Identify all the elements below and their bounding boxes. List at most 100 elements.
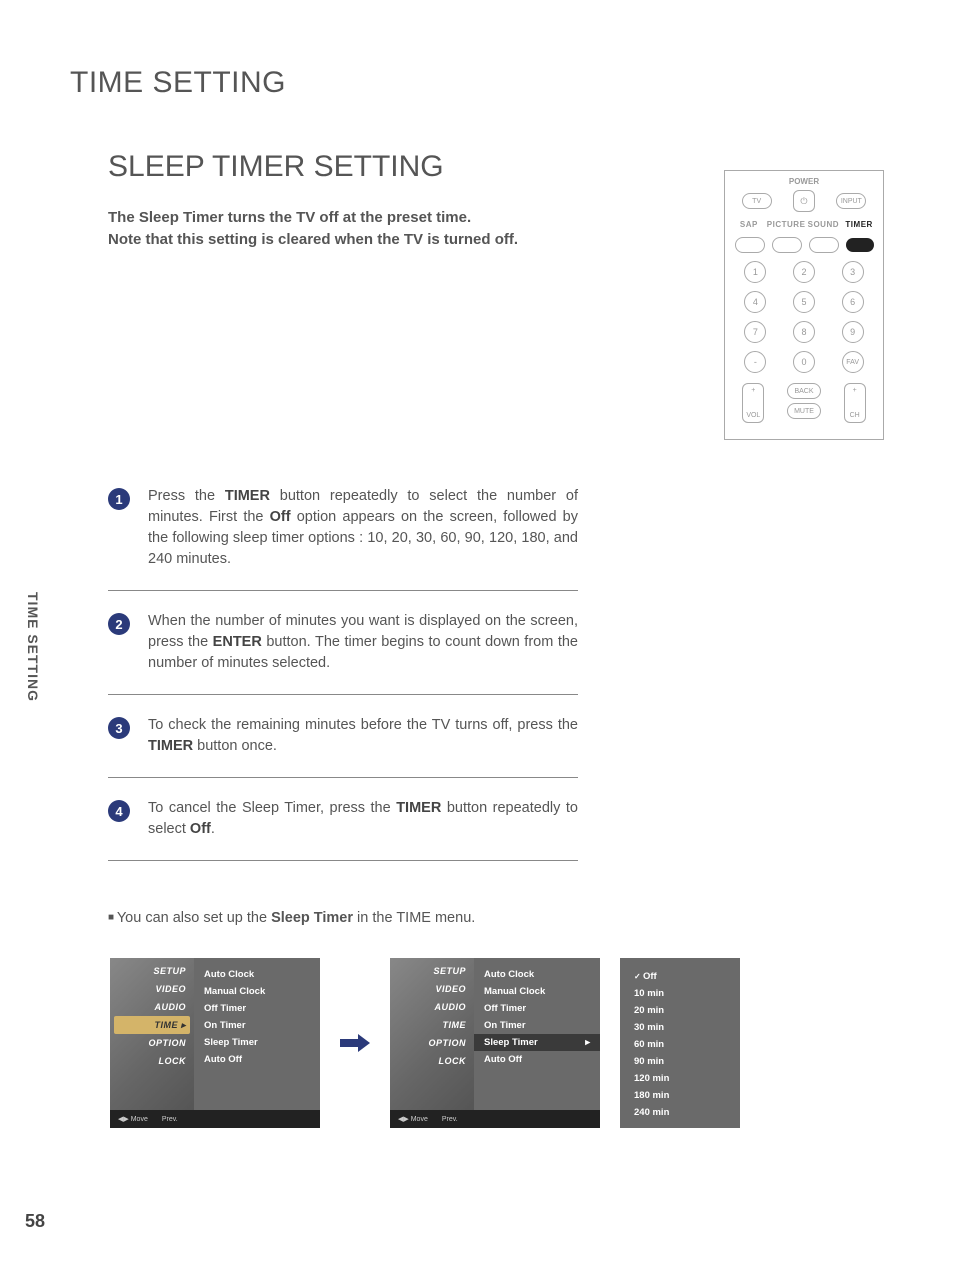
step-badge: 1 [108,488,130,510]
osd-sidebar: SETUP VIDEO AUDIO TIME OPTION LOCK [390,958,474,1110]
osd-side-item: OPTION [114,1034,190,1052]
osd-menu-2: SETUP VIDEO AUDIO TIME OPTION LOCK Auto … [390,958,600,1128]
vol-button: + VOL [742,383,764,423]
side-tab-label: TIME SETTING [25,592,41,702]
plus-icon: + [751,387,755,394]
osd-side-item: LOCK [394,1052,470,1070]
option-item: 10 min [634,985,726,1002]
osd-main-item-selected: Sleep Timer▸ [474,1034,600,1051]
power-label: POWER [725,171,883,186]
option-item: 240 min [634,1104,726,1121]
steps-list: 1 Press the TIMER button repeatedly to s… [108,472,578,867]
plus-icon: + [853,387,857,394]
intro-line-2: Note that this setting is cleared when t… [108,229,518,251]
sound-label: SOUND [805,220,841,229]
step-text: When the number of minutes you want is d… [148,611,578,674]
osd-main-item: Auto Off [484,1051,590,1068]
option-item: 20 min [634,1002,726,1019]
option-item: 60 min [634,1036,726,1053]
option-off: Off [634,968,726,985]
input-button: INPUT [836,193,866,209]
option-item: 120 min [634,1070,726,1087]
divider [108,777,578,778]
osd-side-item: AUDIO [114,998,190,1016]
digit-6: 6 [842,291,864,313]
arrow-right-icon [340,1034,370,1052]
digit-7: 7 [744,321,766,343]
section-heading: SLEEP TIMER SETTING [108,150,444,184]
osd-main-item: On Timer [204,1017,310,1034]
page-number: 58 [25,1211,45,1232]
osd-sidebar: SETUP VIDEO AUDIO TIME ▸ OPTION LOCK [110,958,194,1110]
sound-button [809,237,839,253]
osd-side-item: OPTION [394,1034,470,1052]
step-text: To check the remaining minutes before th… [148,715,578,757]
option-item: 180 min [634,1087,726,1104]
digit-4: 4 [744,291,766,313]
osd-main-item: On Timer [484,1017,590,1034]
step-2: 2 When the number of minutes you want is… [108,597,578,688]
divider [108,590,578,591]
divider [108,694,578,695]
power-icon: ⏻ [793,190,815,212]
menu-screenshots: SETUP VIDEO AUDIO TIME ▸ OPTION LOCK Aut… [110,958,740,1128]
mute-button: MUTE [787,403,821,419]
osd-main-panel: Auto Clock Manual Clock Off Timer On Tim… [474,958,600,1110]
divider [108,860,578,861]
osd-side-item: SETUP [394,962,470,980]
osd-side-item: VIDEO [394,980,470,998]
digit-3: 3 [842,261,864,283]
ch-button: + CH [844,383,866,423]
remote-illustration: POWER TV ⏻ INPUT SAP PICTURE SOUND TIMER… [724,170,884,440]
osd-side-item: SETUP [114,962,190,980]
picture-button [772,237,802,253]
digit-2: 2 [793,261,815,283]
digit-9: 9 [842,321,864,343]
note-text: ■ You can also set up the Sleep Timer in… [108,910,475,926]
option-item: 90 min [634,1053,726,1070]
step-1: 1 Press the TIMER button repeatedly to s… [108,472,578,584]
back-button: BACK [787,383,821,399]
ch-label: CH [850,412,860,419]
digit-5: 5 [793,291,815,313]
osd-options-panel: Off 10 min 20 min 30 min 60 min 90 min 1… [620,958,740,1128]
osd-main-item: Off Timer [484,1000,590,1017]
osd-main-panel: Auto Clock Manual Clock Off Timer On Tim… [194,958,320,1110]
option-item: 30 min [634,1019,726,1036]
osd-footer: ◀▶ Move Prev. [110,1110,320,1128]
osd-menu-1: SETUP VIDEO AUDIO TIME ▸ OPTION LOCK Aut… [110,958,320,1128]
osd-side-item-selected: TIME ▸ [114,1016,190,1034]
step-text: Press the TIMER button repeatedly to sel… [148,486,578,570]
osd-main-item: Auto Clock [204,966,310,983]
fav-button: FAV [842,351,864,373]
osd-main-item: Auto Clock [484,966,590,983]
step-3: 3 To check the remaining minutes before … [108,701,578,771]
vol-label: VOL [746,412,760,419]
timer-label: TIMER [841,220,877,229]
osd-main-item: Auto Off [204,1051,310,1068]
step-badge: 4 [108,800,130,822]
timer-button [846,238,874,252]
osd-side-item: LOCK [114,1052,190,1070]
step-badge: 2 [108,613,130,635]
osd-main-item: Manual Clock [484,983,590,1000]
digit-0: 0 [793,351,815,373]
step-badge: 3 [108,717,130,739]
digit-dash: - [744,351,766,373]
page-title: TIME SETTING [70,66,286,100]
osd-main-item: Off Timer [204,1000,310,1017]
digit-1: 1 [744,261,766,283]
step-4: 4 To cancel the Sleep Timer, press the T… [108,784,578,854]
osd-footer: ◀▶ Move Prev. [390,1110,600,1128]
tv-button: TV [742,193,772,209]
intro-line-1: The Sleep Timer turns the TV off at the … [108,207,518,229]
step-text: To cancel the Sleep Timer, press the TIM… [148,798,578,840]
intro-text: The Sleep Timer turns the TV off at the … [108,207,518,251]
picture-label: PICTURE [767,220,806,229]
osd-main-item: Sleep Timer [204,1034,310,1051]
bullet-icon: ■ [108,912,117,923]
sap-label: SAP [731,220,767,229]
osd-side-item: TIME [394,1016,470,1034]
osd-side-item: VIDEO [114,980,190,998]
digit-8: 8 [793,321,815,343]
